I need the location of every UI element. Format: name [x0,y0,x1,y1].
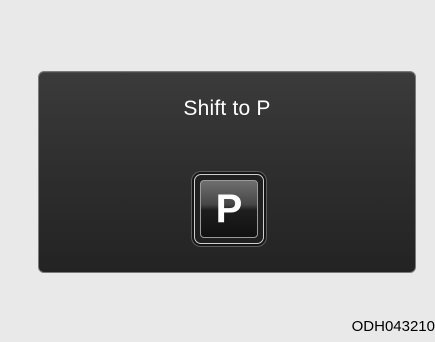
gear-indicator-face: P [200,180,258,238]
gear-indicator-letter: P [215,187,243,231]
shift-message: Shift to P [183,97,271,120]
cluster-display-panel: Shift to P P [38,71,416,273]
figure-code: ODH043210 [351,318,435,335]
gear-indicator-badge: P [194,174,264,244]
